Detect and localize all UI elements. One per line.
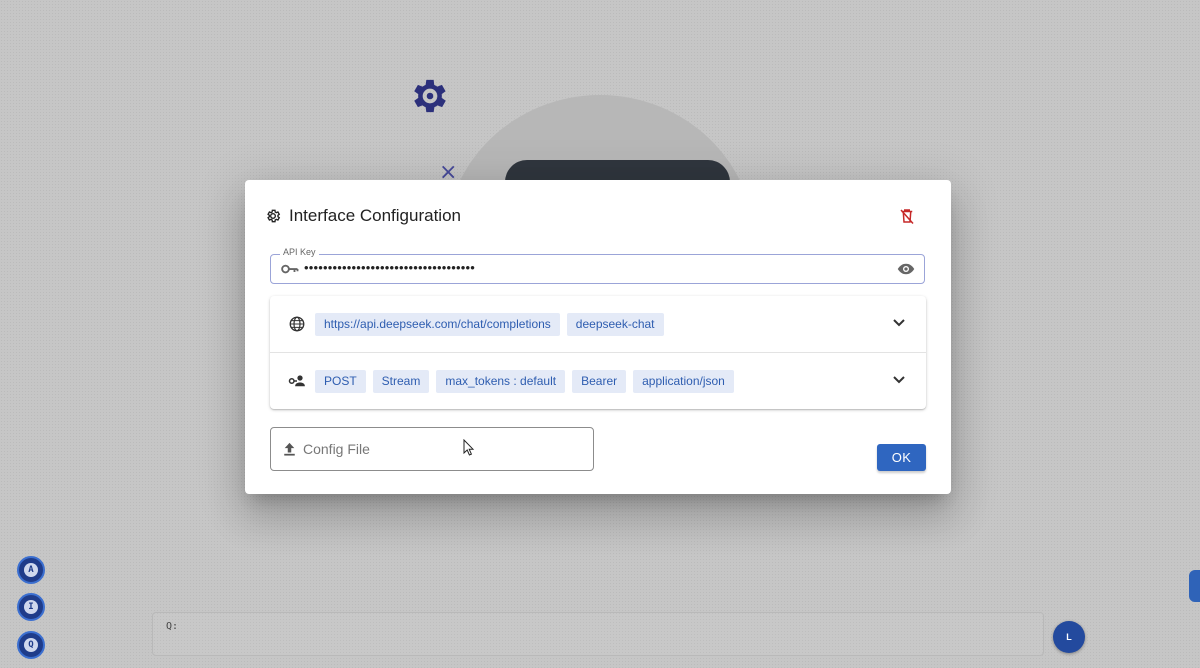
request-accordion-row[interactable]: POST Stream max_tokens : default Bearer … xyxy=(270,353,926,409)
interface-configuration-dialog: Interface Configuration API Key ••••••••… xyxy=(245,180,951,494)
settings-accordion: https://api.deepseek.com/chat/completion… xyxy=(270,296,926,409)
chevron-down-icon[interactable] xyxy=(892,375,906,385)
config-file-button[interactable]: Config File xyxy=(270,427,594,471)
query-input[interactable]: Q: xyxy=(152,612,1044,656)
config-file-label: Config File xyxy=(303,441,370,457)
l-button[interactable]: L xyxy=(1053,621,1085,653)
chip-max-tokens: max_tokens : default xyxy=(436,370,566,393)
gear-icon xyxy=(267,209,281,223)
side-button-i[interactable]: I xyxy=(17,593,45,621)
user-key-icon xyxy=(288,375,305,387)
api-key-field[interactable]: API Key ••••••••••••••••••••••••••••••••… xyxy=(270,247,925,284)
chip-stream: Stream xyxy=(372,370,430,393)
chip-model: deepseek-chat xyxy=(566,313,664,336)
dialog-title-text: Interface Configuration xyxy=(289,206,461,225)
side-button-label: A xyxy=(24,563,38,577)
ok-button-label: OK xyxy=(891,450,912,465)
right-edge-tab[interactable] xyxy=(1189,570,1200,602)
ok-button[interactable]: OK xyxy=(877,444,926,471)
chip-method: POST xyxy=(315,370,366,393)
request-chips: POST Stream max_tokens : default Bearer … xyxy=(315,370,734,393)
side-button-label: I xyxy=(24,600,38,614)
chevron-down-icon[interactable] xyxy=(892,318,906,328)
mouse-cursor-icon xyxy=(463,439,475,456)
globe-icon xyxy=(289,316,305,332)
query-placeholder: Q: xyxy=(166,621,179,632)
chip-url: https://api.deepseek.com/chat/completion… xyxy=(315,313,560,336)
key-icon xyxy=(281,264,299,274)
api-key-label: API Key xyxy=(280,247,319,257)
eye-icon[interactable] xyxy=(897,261,915,277)
upload-icon xyxy=(284,442,295,456)
side-button-a[interactable]: A xyxy=(17,556,45,584)
api-key-value[interactable]: •••••••••••••••••••••••••••••••••••• xyxy=(304,260,475,275)
chip-content-type: application/json xyxy=(633,370,734,393)
l-button-label: L xyxy=(1066,632,1072,642)
chip-auth: Bearer xyxy=(572,370,627,393)
dialog-title: Interface Configuration xyxy=(265,206,461,226)
endpoint-chips: https://api.deepseek.com/chat/completion… xyxy=(315,313,664,336)
delete-config-icon[interactable] xyxy=(898,207,916,225)
endpoint-accordion-row[interactable]: https://api.deepseek.com/chat/completion… xyxy=(270,296,926,353)
side-button-label: Q xyxy=(24,638,38,652)
side-button-q[interactable]: Q xyxy=(17,631,45,659)
